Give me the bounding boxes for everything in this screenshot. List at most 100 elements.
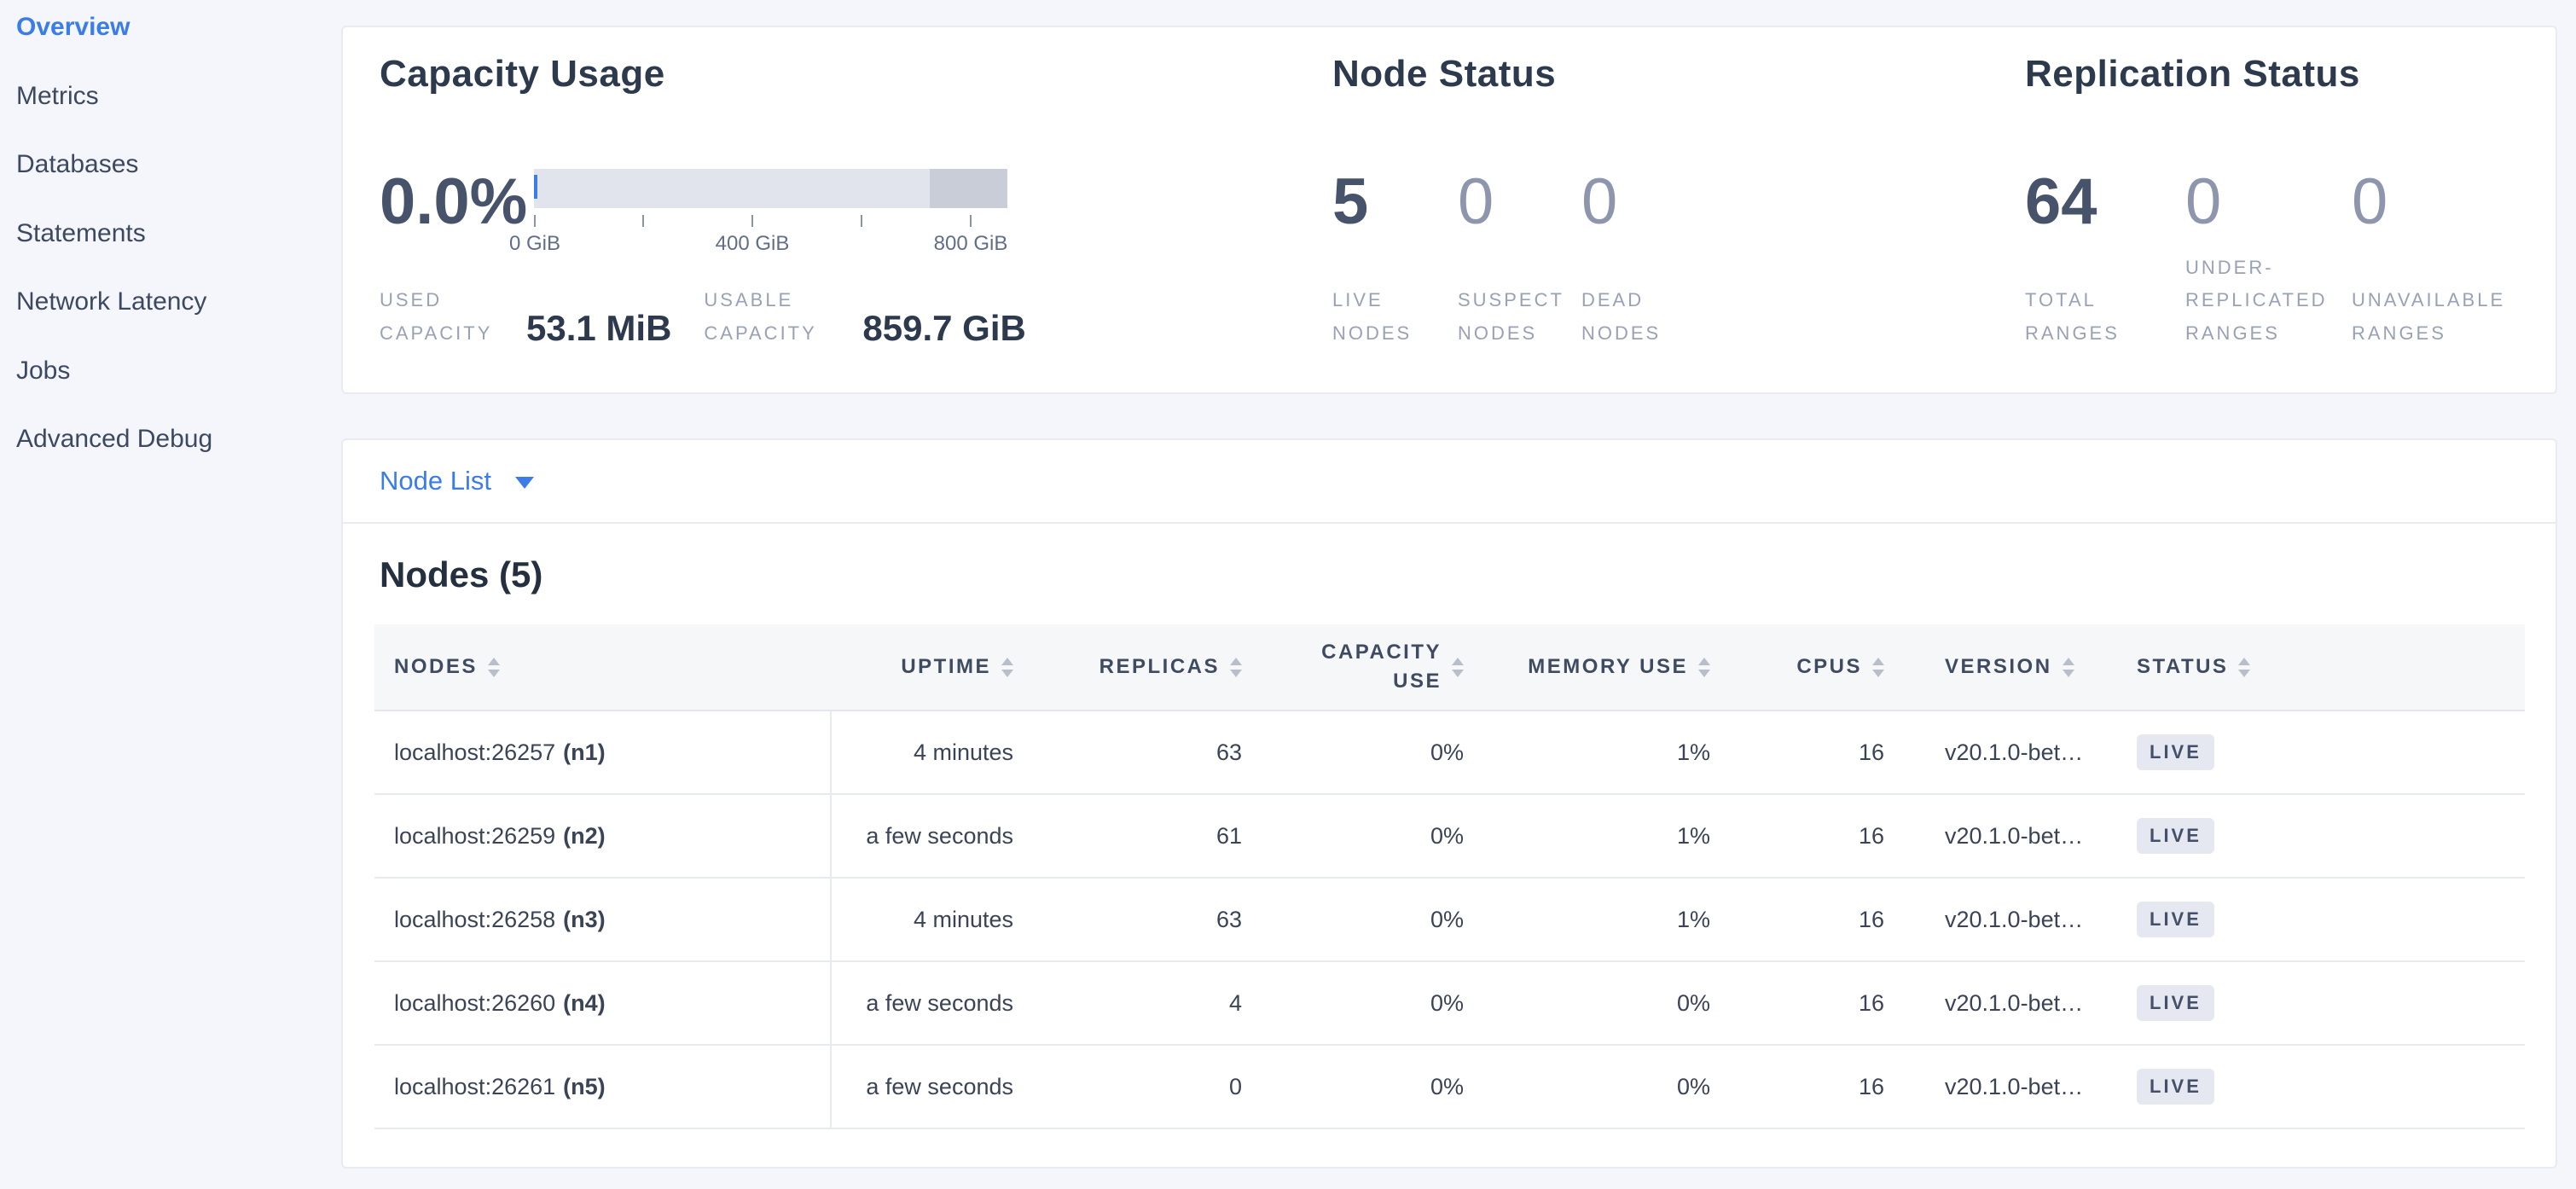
table-row[interactable]: localhost:26261 (n5) a few seconds 0 0% … bbox=[374, 1046, 2525, 1129]
stat-label: DEAD NODES bbox=[1581, 284, 1684, 350]
node-list-dropdown[interactable]: Node List bbox=[380, 466, 534, 496]
column-label: CAPACITY USE bbox=[1314, 638, 1442, 695]
node-id: (n4) bbox=[563, 990, 606, 1017]
stat-value: 0 bbox=[2185, 170, 2352, 235]
version-cell: v20.1.0-bet… bbox=[1906, 990, 2060, 1017]
node-address: localhost:26259 bbox=[394, 823, 555, 850]
node-status-stat: 0 SUSPECT NODES bbox=[1458, 170, 1581, 350]
replicas-cell: 0 bbox=[1034, 1074, 1262, 1100]
node-address-cell: localhost:26258 (n3) bbox=[374, 879, 832, 960]
sidebar: OverviewMetricsDatabasesStatementsNetwor… bbox=[0, 0, 341, 1189]
replication-stat: 0 UNDER-REPLICATED RANGES bbox=[2185, 170, 2352, 350]
node-address-cell: localhost:26259 (n2) bbox=[374, 795, 832, 877]
stat-label: SUSPECT NODES bbox=[1458, 284, 1586, 350]
stat-label: TOTAL RANGES bbox=[2025, 284, 2140, 350]
cpus-cell: 16 bbox=[1732, 823, 1906, 850]
axis-tick bbox=[861, 215, 862, 227]
nodes-table: NODES UPTIME REPLICAS CAPACITY USE MEMOR… bbox=[374, 624, 2525, 1129]
column-header-capacity-use[interactable]: CAPACITY USE bbox=[1262, 638, 1484, 695]
status-badge: LIVE bbox=[2137, 985, 2214, 1021]
capacity-percent: 0.0% bbox=[380, 170, 527, 235]
axis-label: 0 GiB bbox=[509, 232, 560, 256]
table-row[interactable]: localhost:26258 (n3) 4 minutes 63 0% 1% … bbox=[374, 879, 2525, 962]
status-cell: LIVE bbox=[2060, 1069, 2525, 1105]
node-id: (n3) bbox=[563, 907, 606, 933]
status-badge: LIVE bbox=[2137, 818, 2214, 854]
replication-stat: 64 TOTAL RANGES bbox=[2025, 170, 2185, 350]
version-cell: v20.1.0-bet… bbox=[1906, 1074, 2060, 1100]
node-list-header: Node List bbox=[343, 440, 2556, 524]
column-header-memory-use[interactable]: MEMORY USE bbox=[1484, 655, 1732, 679]
sidebar-item[interactable]: Metrics bbox=[0, 81, 341, 150]
replication-status-title: Replication Status bbox=[2025, 53, 2360, 96]
nodes-table-header: NODES UPTIME REPLICAS CAPACITY USE MEMOR… bbox=[374, 624, 2525, 711]
sidebar-item[interactable]: Jobs bbox=[0, 356, 341, 425]
capacity-use-cell: 0% bbox=[1262, 990, 1484, 1017]
memory-use-cell: 1% bbox=[1484, 907, 1732, 933]
sidebar-item[interactable]: Statements bbox=[0, 218, 341, 287]
sidebar-item[interactable]: Advanced Debug bbox=[0, 424, 341, 493]
nodes-count-heading: Nodes (5) bbox=[380, 554, 2556, 595]
version-cell: v20.1.0-bet… bbox=[1906, 907, 2060, 933]
memory-use-cell: 1% bbox=[1484, 823, 1732, 850]
memory-use-cell: 0% bbox=[1484, 1074, 1732, 1100]
sidebar-item[interactable]: Network Latency bbox=[0, 287, 341, 356]
stat-value: 64 bbox=[2025, 170, 2185, 235]
main-content: Capacity Usage 0.0% 0 GiB 400 GiB 800 Gi… bbox=[341, 0, 2557, 1189]
stat-value: 5 bbox=[1332, 170, 1458, 235]
column-header-status[interactable]: STATUS bbox=[2060, 655, 2525, 679]
sort-icon bbox=[1230, 658, 1242, 677]
status-cell: LIVE bbox=[2060, 985, 2525, 1021]
table-row[interactable]: localhost:26257 (n1) 4 minutes 63 0% 1% … bbox=[374, 711, 2525, 795]
node-address: localhost:26257 bbox=[394, 740, 555, 766]
column-label: CPUS bbox=[1796, 655, 1862, 679]
axis-tick bbox=[534, 215, 536, 227]
sort-icon bbox=[2238, 658, 2250, 677]
capacity-gauge-reserved-segment bbox=[930, 169, 1007, 208]
replicas-cell: 61 bbox=[1034, 823, 1262, 850]
sidebar-item[interactable]: Databases bbox=[0, 149, 341, 218]
node-status-stat: 5 LIVE NODES bbox=[1332, 170, 1458, 350]
axis-tick bbox=[970, 215, 972, 227]
memory-use-cell: 0% bbox=[1484, 990, 1732, 1017]
status-cell: LIVE bbox=[2060, 902, 2525, 937]
node-list-dropdown-label: Node List bbox=[380, 466, 491, 496]
table-row[interactable]: localhost:26259 (n2) a few seconds 61 0%… bbox=[374, 795, 2525, 879]
capacity-gauge: 0 GiB 400 GiB 800 GiB bbox=[534, 169, 1007, 208]
replicas-cell: 63 bbox=[1034, 907, 1262, 933]
sort-icon bbox=[488, 658, 500, 677]
sidebar-item[interactable]: Overview bbox=[0, 12, 341, 81]
memory-use-cell: 1% bbox=[1484, 740, 1732, 766]
replication-stat: 0 UNAVAILABLE RANGES bbox=[2352, 170, 2535, 350]
stat-value: 0 bbox=[1458, 170, 1581, 235]
column-header-cpus[interactable]: CPUS bbox=[1732, 655, 1906, 679]
node-status-title: Node Status bbox=[1332, 53, 1556, 96]
sort-icon bbox=[1001, 658, 1013, 677]
table-row[interactable]: localhost:26260 (n4) a few seconds 4 0% … bbox=[374, 962, 2525, 1046]
capacity-usage-title: Capacity Usage bbox=[380, 53, 665, 96]
column-header-uptime[interactable]: UPTIME bbox=[832, 655, 1034, 679]
node-list-card: Node List Nodes (5) NODES UPTIME REPLICA… bbox=[341, 438, 2557, 1169]
stat-label: LIVE NODES bbox=[1332, 284, 1435, 350]
cpus-cell: 16 bbox=[1732, 1074, 1906, 1100]
sort-icon bbox=[1452, 658, 1464, 677]
stat-value: 0 bbox=[1581, 170, 1709, 235]
capacity-use-cell: 0% bbox=[1262, 823, 1484, 850]
column-header-version[interactable]: VERSION bbox=[1906, 655, 2060, 679]
node-address: localhost:26261 bbox=[394, 1074, 555, 1100]
uptime-cell: a few seconds bbox=[832, 990, 1034, 1017]
column-header-replicas[interactable]: REPLICAS bbox=[1034, 655, 1262, 679]
node-address-cell: localhost:26261 (n5) bbox=[374, 1046, 832, 1128]
column-label: VERSION bbox=[1945, 655, 2052, 679]
cpus-cell: 16 bbox=[1732, 990, 1906, 1017]
cluster-summary-card: Capacity Usage 0.0% 0 GiB 400 GiB 800 Gi… bbox=[341, 26, 2557, 394]
axis-tick bbox=[642, 215, 644, 227]
column-header-nodes[interactable]: NODES bbox=[374, 655, 832, 679]
usable-capacity-label: USABLE CAPACITY bbox=[704, 284, 859, 350]
version-cell: v20.1.0-bet… bbox=[1906, 823, 2060, 850]
status-cell: LIVE bbox=[2060, 734, 2525, 770]
version-cell: v20.1.0-bet… bbox=[1906, 740, 2060, 766]
capacity-gauge-used-marker bbox=[534, 175, 537, 199]
node-status-stat: 0 DEAD NODES bbox=[1581, 170, 1709, 350]
used-capacity-value: 53.1 MiB bbox=[526, 310, 671, 346]
